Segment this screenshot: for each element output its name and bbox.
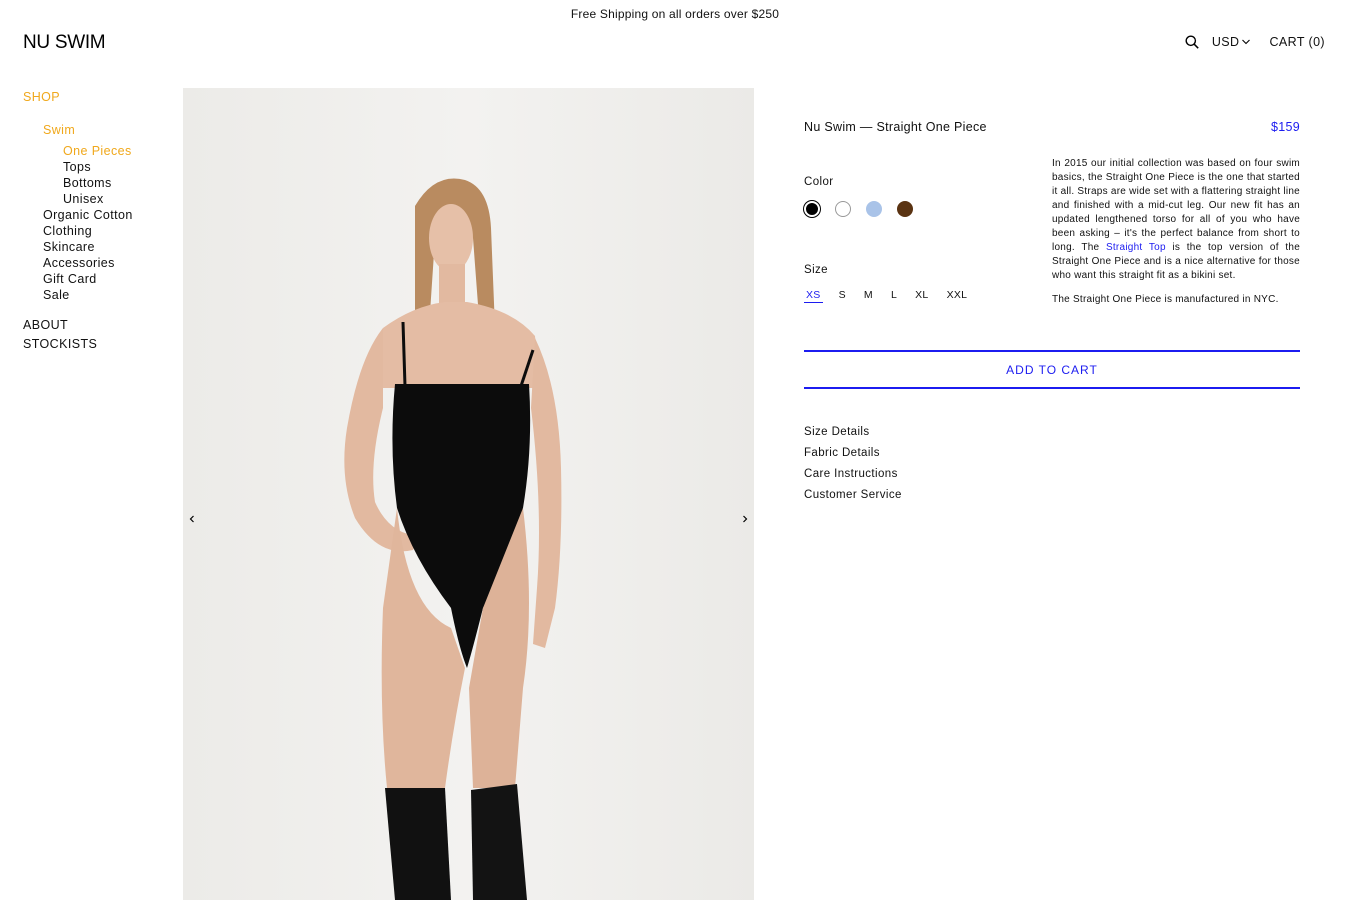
nav-skincare[interactable]: Skincare	[43, 239, 133, 255]
nav-shop[interactable]: SHOP	[23, 90, 133, 104]
size-option-l[interactable]: L	[889, 289, 899, 303]
nav-one-pieces[interactable]: One Pieces	[63, 143, 133, 159]
size-details-link[interactable]: Size Details	[804, 422, 902, 443]
product-description: In 2015 our initial collection was based…	[1052, 157, 1300, 307]
nav-clothing[interactable]: Clothing	[43, 223, 133, 239]
nav-gift-card[interactable]: Gift Card	[43, 271, 133, 287]
add-to-cart-button[interactable]: ADD TO CART	[804, 350, 1300, 389]
header-actions: USD CART (0)	[1185, 35, 1325, 49]
nav-about[interactable]: ABOUT	[23, 316, 133, 335]
nav-sale[interactable]: Sale	[43, 287, 133, 303]
model-photo	[183, 88, 754, 900]
size-label: Size	[804, 264, 828, 276]
nav-bottoms[interactable]: Bottoms	[63, 175, 133, 191]
chevron-down-icon	[1242, 39, 1251, 45]
previous-image-arrow-icon[interactable]	[187, 513, 197, 525]
nav-unisex[interactable]: Unisex	[63, 191, 133, 207]
color-label: Color	[804, 176, 834, 188]
size-option-s[interactable]: S	[837, 289, 848, 303]
size-options: XS S M L XL XXL	[804, 289, 983, 303]
product-title: Nu Swim — Straight One Piece	[804, 120, 987, 134]
nav-tops[interactable]: Tops	[63, 159, 133, 175]
cart-link[interactable]: CART (0)	[1269, 35, 1325, 49]
nav-organic-cotton[interactable]: Organic Cotton	[43, 207, 133, 223]
nav-swim-children: One Pieces Tops Bottoms Unisex	[43, 143, 133, 207]
sidebar-nav: SHOP Swim One Pieces Tops Bottoms Unisex…	[23, 90, 133, 354]
size-option-xxl[interactable]: XXL	[945, 289, 970, 303]
customer-service-link[interactable]: Customer Service	[804, 485, 902, 506]
description-paragraph: In 2015 our initial collection was based…	[1052, 157, 1300, 283]
search-icon[interactable]	[1185, 35, 1199, 49]
nav-swim[interactable]: Swim	[43, 123, 133, 137]
color-swatches	[804, 201, 928, 217]
color-swatch-brown[interactable]	[897, 201, 913, 217]
fabric-details-link[interactable]: Fabric Details	[804, 443, 902, 464]
currency-selector[interactable]: USD	[1212, 35, 1251, 49]
nav-stockists[interactable]: STOCKISTS	[23, 335, 133, 354]
product-image[interactable]	[183, 88, 754, 900]
size-option-m[interactable]: M	[862, 289, 875, 303]
description-manufacturing: The Straight One Piece is manufactured i…	[1052, 294, 1279, 305]
nav-shop-children: Swim One Pieces Tops Bottoms Unisex Orga…	[23, 123, 133, 303]
description-text: In 2015 our initial collection was based…	[1052, 158, 1300, 253]
size-option-xs[interactable]: XS	[804, 289, 823, 303]
next-image-arrow-icon[interactable]	[740, 513, 750, 525]
color-swatch-white[interactable]	[835, 201, 851, 217]
brand-logo[interactable]: NU SWIM	[23, 32, 106, 54]
color-swatch-black[interactable]	[804, 201, 820, 217]
color-swatch-blue[interactable]	[866, 201, 882, 217]
straight-top-link[interactable]: Straight Top	[1106, 242, 1166, 253]
nav-accessories[interactable]: Accessories	[43, 255, 133, 271]
product-details-links: Size Details Fabric Details Care Instruc…	[804, 422, 902, 506]
currency-label: USD	[1211, 35, 1240, 49]
size-option-xl[interactable]: XL	[913, 289, 930, 303]
care-instructions-link[interactable]: Care Instructions	[804, 464, 902, 485]
product-price: $159	[1270, 120, 1300, 134]
announcement-bar: Free Shipping on all orders over $250	[570, 7, 780, 21]
